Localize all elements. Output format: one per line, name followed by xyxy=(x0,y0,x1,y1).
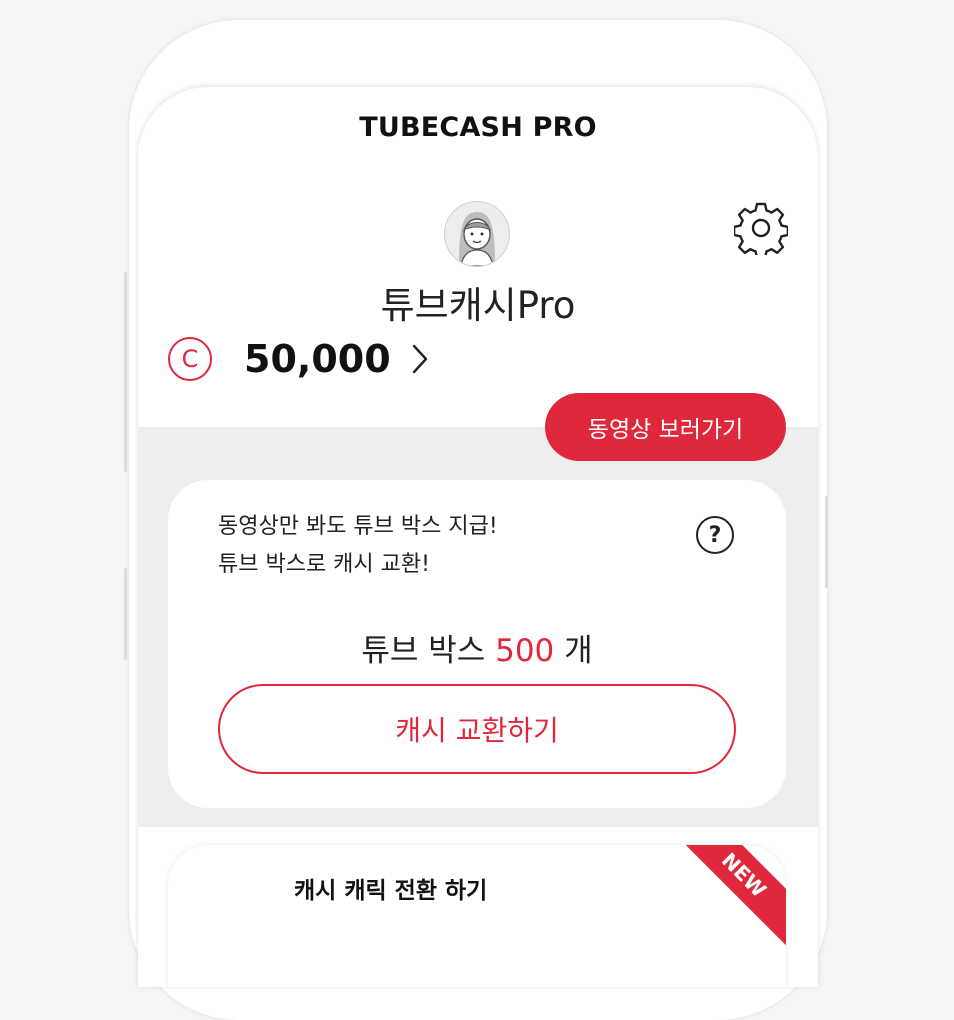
box-count: 튜브 박스 500 개 xyxy=(168,625,786,670)
gear-icon xyxy=(732,202,790,259)
box-card-line-1: 동영상만 봐도 튜브 박스 지급! xyxy=(218,514,498,539)
app-header: TUBECASH PRO xyxy=(138,87,818,168)
chevron-right-icon xyxy=(412,344,427,374)
balance-row[interactable]: C 50,000 xyxy=(168,337,429,381)
app-title: TUBECASH PRO xyxy=(359,111,597,143)
question-icon[interactable]: ? xyxy=(696,516,734,554)
box-card-line-2: 튜브 박스로 캐시 교환! xyxy=(218,552,430,577)
avatar[interactable] xyxy=(444,201,510,267)
coin-icon: C xyxy=(168,337,212,381)
app-screen: TUBECASH PRO 튜브캐시Pro C 50,000 동영상 보러가기 동… xyxy=(138,87,818,987)
cash-exchange-button[interactable]: 캐시 교환하기 xyxy=(218,684,736,774)
settings-button[interactable] xyxy=(732,201,790,259)
new-badge: NEW xyxy=(673,845,786,946)
coin-symbol: C xyxy=(181,345,199,373)
phone-side-button xyxy=(124,272,127,472)
box-count-suffix: 개 xyxy=(564,633,593,669)
watch-videos-button[interactable]: 동영상 보러가기 xyxy=(545,393,786,461)
character-card[interactable]: 캐시 캐릭 전환 하기 NEW xyxy=(168,845,786,987)
help-symbol: ? xyxy=(708,522,722,548)
avatar-icon xyxy=(459,212,495,266)
box-count-prefix: 튜브 박스 xyxy=(361,633,486,669)
profile-section: 튜브캐시Pro C 50,000 xyxy=(138,167,818,427)
phone-side-button xyxy=(124,568,127,660)
tube-box-card: 동영상만 봐도 튜브 박스 지급! 튜브 박스로 캐시 교환! ? 튜브 박스 … xyxy=(168,480,786,808)
box-card-description: 동영상만 봐도 튜브 박스 지급! 튜브 박스로 캐시 교환! xyxy=(218,508,498,584)
user-name: 튜브캐시Pro xyxy=(380,284,576,327)
balance-amount: 50,000 xyxy=(244,337,391,381)
box-count-value: 500 xyxy=(495,633,555,669)
phone-side-button xyxy=(825,496,828,588)
character-card-title: 캐시 캐릭 전환 하기 xyxy=(294,878,488,904)
